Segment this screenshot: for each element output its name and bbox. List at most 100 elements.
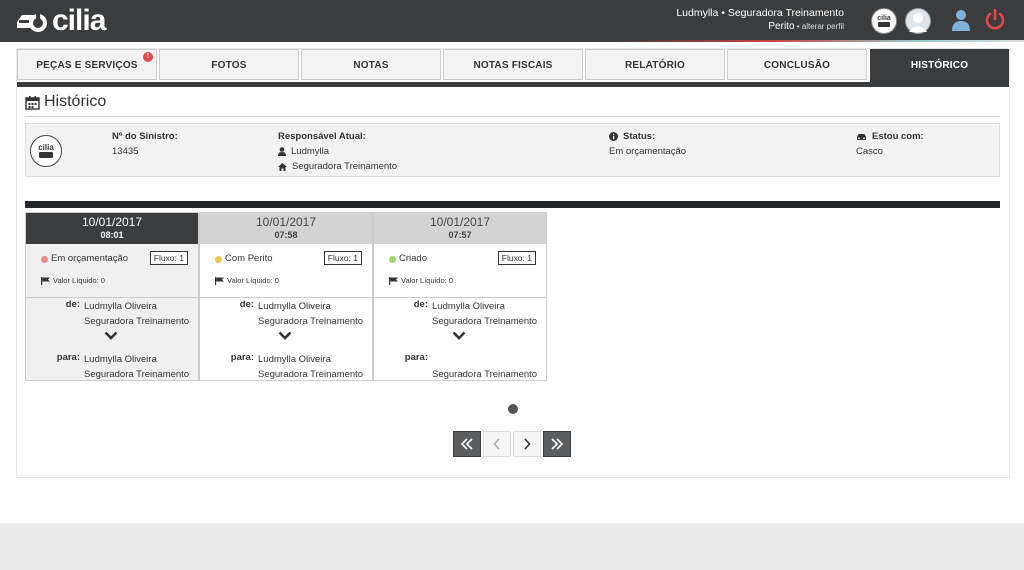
- card-transfer: de: Ludmylla Oliveira Seguradora Treinam…: [200, 298, 372, 382]
- power-icon[interactable]: [983, 8, 1007, 32]
- from-value: Ludmylla Oliveira Seguradora Treinamento: [432, 299, 537, 329]
- responsible-label: Responsável Atual:: [278, 131, 366, 142]
- avatar-icon[interactable]: [905, 8, 931, 34]
- card-header: 10/01/2017 08:01: [26, 213, 198, 244]
- flow-badge: Fluxo: 1: [323, 251, 362, 265]
- card-transfer: de: Ludmylla Oliveira Seguradora Treinam…: [26, 298, 198, 382]
- tab-conclusao[interactable]: CONCLUSÃO: [727, 49, 867, 80]
- chevron-down-icon: [452, 331, 466, 340]
- logo-text: cilia: [52, 4, 106, 37]
- from-company: Seguradora Treinamento: [84, 316, 190, 327]
- cilia-round-logo-icon: cilia: [30, 135, 62, 167]
- status-dot: [41, 256, 48, 263]
- prev-page-button[interactable]: [483, 431, 511, 457]
- history-card[interactable]: 10/01/2017 07:58 Com Perito Fluxo: 1 Val…: [199, 212, 373, 381]
- user-icon[interactable]: [949, 8, 973, 32]
- tab-historico[interactable]: HISTÓRICO: [870, 49, 1009, 82]
- from-name: Ludmylla Oliveira: [258, 301, 331, 312]
- card-date: 10/01/2017: [255, 215, 317, 229]
- flag-icon: [389, 276, 398, 285]
- tab-label: RELATÓRIO: [625, 60, 685, 71]
- next-page-button[interactable]: [513, 431, 541, 457]
- flag-icon: [215, 276, 224, 285]
- flow-badge: Fluxo: 1: [149, 251, 188, 265]
- timeline-bar: [25, 201, 1000, 208]
- cilia-logo[interactable]: cilia: [14, 4, 106, 37]
- main-panel: PEÇAS E SERVIÇOS ! FOTOS NOTAS NOTAS FIS…: [16, 48, 1010, 478]
- chevron-left-icon: [493, 438, 500, 450]
- tab-fotos[interactable]: FOTOS: [159, 49, 299, 80]
- status-text: Com Perito: [225, 253, 273, 264]
- tab-label: NOTAS FISCAIS: [473, 60, 553, 71]
- status-dot: [389, 256, 396, 263]
- to-company: Seguradora Treinamento: [84, 369, 190, 380]
- net-value-text: Valor Líquido: 0: [53, 276, 105, 285]
- user-role: Perito: [768, 21, 795, 32]
- info-icon: [609, 132, 618, 141]
- user-small-icon: [278, 147, 286, 156]
- title-divider: [25, 116, 1000, 117]
- tab-label: CONCLUSÃO: [763, 60, 831, 71]
- current-holder-col: Estou com: Casco: [856, 129, 924, 159]
- from-label: de:: [65, 299, 80, 310]
- calendar-icon: [25, 95, 40, 110]
- to-value: Seguradora Treinamento: [432, 352, 537, 382]
- card-transfer: de: Ludmylla Oliveira Seguradora Treinam…: [374, 298, 546, 382]
- cilia-badge-icon[interactable]: cilia: [871, 8, 897, 34]
- to-company: Seguradora Treinamento: [432, 369, 538, 380]
- card-status: Em orçamentação Fluxo: 1 Valor Líquido: …: [26, 244, 198, 298]
- alert-badge: !: [143, 52, 153, 62]
- last-page-button[interactable]: [543, 431, 571, 457]
- user-info: Ludmylla • Seguradora Treinamento Perito…: [676, 7, 844, 33]
- responsible-col: Responsável Atual: Ludmylla Seguradora T…: [278, 129, 397, 174]
- tab-label: HISTÓRICO: [910, 60, 969, 71]
- to-value: Ludmylla Oliveira Seguradora Treinamento: [84, 352, 189, 382]
- chevron-right-icon: [524, 438, 531, 450]
- history-card[interactable]: 10/01/2017 07:57 Criado Fluxo: 1 Valor L…: [373, 212, 547, 381]
- card-status: Com Perito Fluxo: 1 Valor Líquido: 0: [200, 244, 372, 298]
- tab-label: PEÇAS E SERVIÇOS: [36, 60, 138, 71]
- status-label: Status:: [623, 131, 656, 142]
- car-wrench-icon: [17, 14, 47, 32]
- claim-info-box: cilia Nº do Sinistro: 13435 Responsável …: [25, 123, 1000, 177]
- net-value-text: Valor Líquido: 0: [401, 276, 453, 285]
- status-text: Criado: [399, 253, 427, 264]
- home-icon: [278, 162, 287, 171]
- tab-bar: PEÇAS E SERVIÇOS ! FOTOS NOTAS NOTAS FIS…: [17, 49, 1009, 87]
- to-name: Ludmylla Oliveira: [258, 354, 331, 365]
- page-title-text: Histórico: [44, 93, 107, 110]
- net-value: Valor Líquido: 0: [215, 276, 279, 285]
- to-company: Seguradora Treinamento: [258, 369, 364, 380]
- user-name-company: Ludmylla • Seguradora Treinamento: [676, 7, 844, 19]
- to-label: para:: [56, 352, 80, 363]
- net-value-text: Valor Líquido: 0: [227, 276, 279, 285]
- card-status: Criado Fluxo: 1 Valor Líquido: 0: [374, 244, 546, 298]
- top-navbar: cilia Ludmylla • Seguradora Treinamento …: [0, 0, 1024, 42]
- tab-notas-fiscais[interactable]: NOTAS FISCAIS: [443, 49, 583, 80]
- status-text: Em orçamentação: [51, 253, 129, 264]
- from-name: Ludmylla Oliveira: [84, 301, 157, 312]
- from-label: de:: [239, 299, 254, 310]
- net-value: Valor Líquido: 0: [389, 276, 453, 285]
- from-company: Seguradora Treinamento: [258, 316, 364, 327]
- tab-notas[interactable]: NOTAS: [301, 49, 441, 80]
- card-time: 08:01: [100, 230, 124, 240]
- carousel-indicator[interactable]: [508, 404, 518, 414]
- history-card[interactable]: 10/01/2017 08:01 Em orçamentação Fluxo: …: [25, 212, 199, 381]
- change-profile-link[interactable]: • alterar perfil: [795, 22, 844, 31]
- card-date: 10/01/2017: [81, 215, 143, 229]
- net-value: Valor Líquido: 0: [41, 276, 105, 285]
- tab-relatorio[interactable]: RELATÓRIO: [585, 49, 725, 80]
- tab-pecas-servicos[interactable]: PEÇAS E SERVIÇOS !: [17, 49, 157, 80]
- svg-text:cilia: cilia: [38, 143, 54, 152]
- from-value: Ludmylla Oliveira Seguradora Treinamento: [258, 299, 363, 329]
- status-dot: [215, 256, 222, 263]
- from-company: Seguradora Treinamento: [432, 316, 538, 327]
- claim-number-label: Nº do Sinistro:: [112, 131, 178, 142]
- car-icon: [857, 133, 866, 140]
- status-col: Status: Em orçamentação: [609, 129, 686, 159]
- first-page-button[interactable]: [453, 431, 481, 457]
- card-time: 07:58: [274, 230, 298, 240]
- from-name: Ludmylla Oliveira: [432, 301, 505, 312]
- chevron-down-icon: [104, 331, 118, 340]
